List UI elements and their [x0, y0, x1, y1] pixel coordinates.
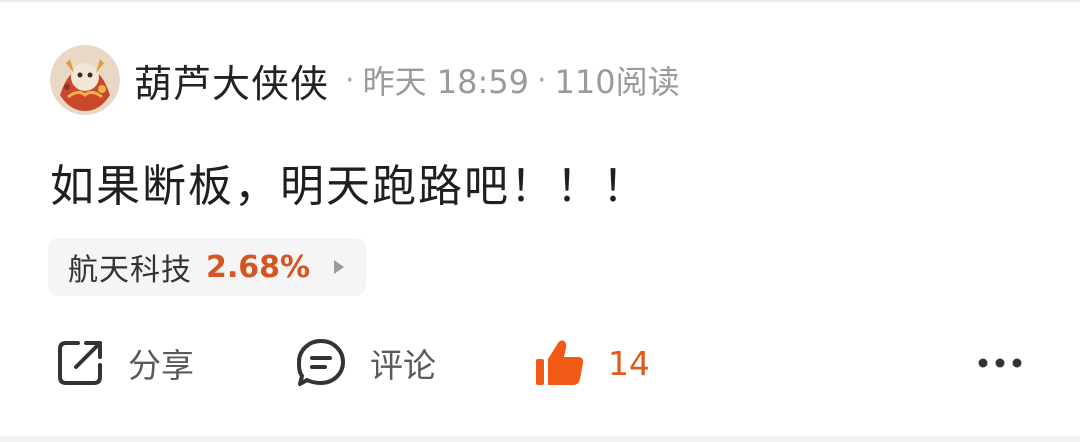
action-bar: 分享 评论 14 [0, 328, 1080, 398]
like-count: 14 [608, 343, 650, 383]
share-icon [58, 341, 102, 385]
stock-tag[interactable]: 航天科技 2.68% [48, 238, 366, 296]
stock-name: 航天科技 [68, 253, 192, 288]
meta-separator: · [536, 62, 547, 98]
comment-button[interactable]: 评论 [294, 328, 436, 398]
post-card: 葫芦大侠侠 · 昨天 18:59 · 110阅读 如果断板，明天跑路吧！！！ 航… [0, 0, 1080, 442]
more-dots-icon [978, 358, 1022, 368]
read-count: 110阅读 [554, 63, 680, 101]
post-time: 昨天 18:59 [362, 63, 529, 101]
share-label: 分享 [128, 346, 194, 385]
post-content[interactable]: 如果断板，明天跑路吧！！！ [50, 150, 648, 214]
avatar[interactable] [50, 45, 120, 115]
post-header: 葫芦大侠侠 · 昨天 18:59 · 110阅读 [50, 44, 680, 116]
comment-label: 评论 [370, 346, 436, 385]
meta-separator: · [345, 62, 355, 98]
more-button[interactable] [970, 328, 1030, 398]
comment-icon [297, 339, 345, 386]
stock-change: 2.68% [206, 249, 311, 285]
post-meta: · 昨天 18:59 · 110阅读 [337, 57, 680, 103]
thumbs-up-icon [536, 340, 584, 385]
share-button[interactable]: 分享 [54, 328, 194, 398]
like-button[interactable]: 14 [532, 328, 650, 398]
play-arrow-icon [334, 260, 345, 274]
author-name[interactable]: 葫芦大侠侠 [134, 53, 329, 108]
